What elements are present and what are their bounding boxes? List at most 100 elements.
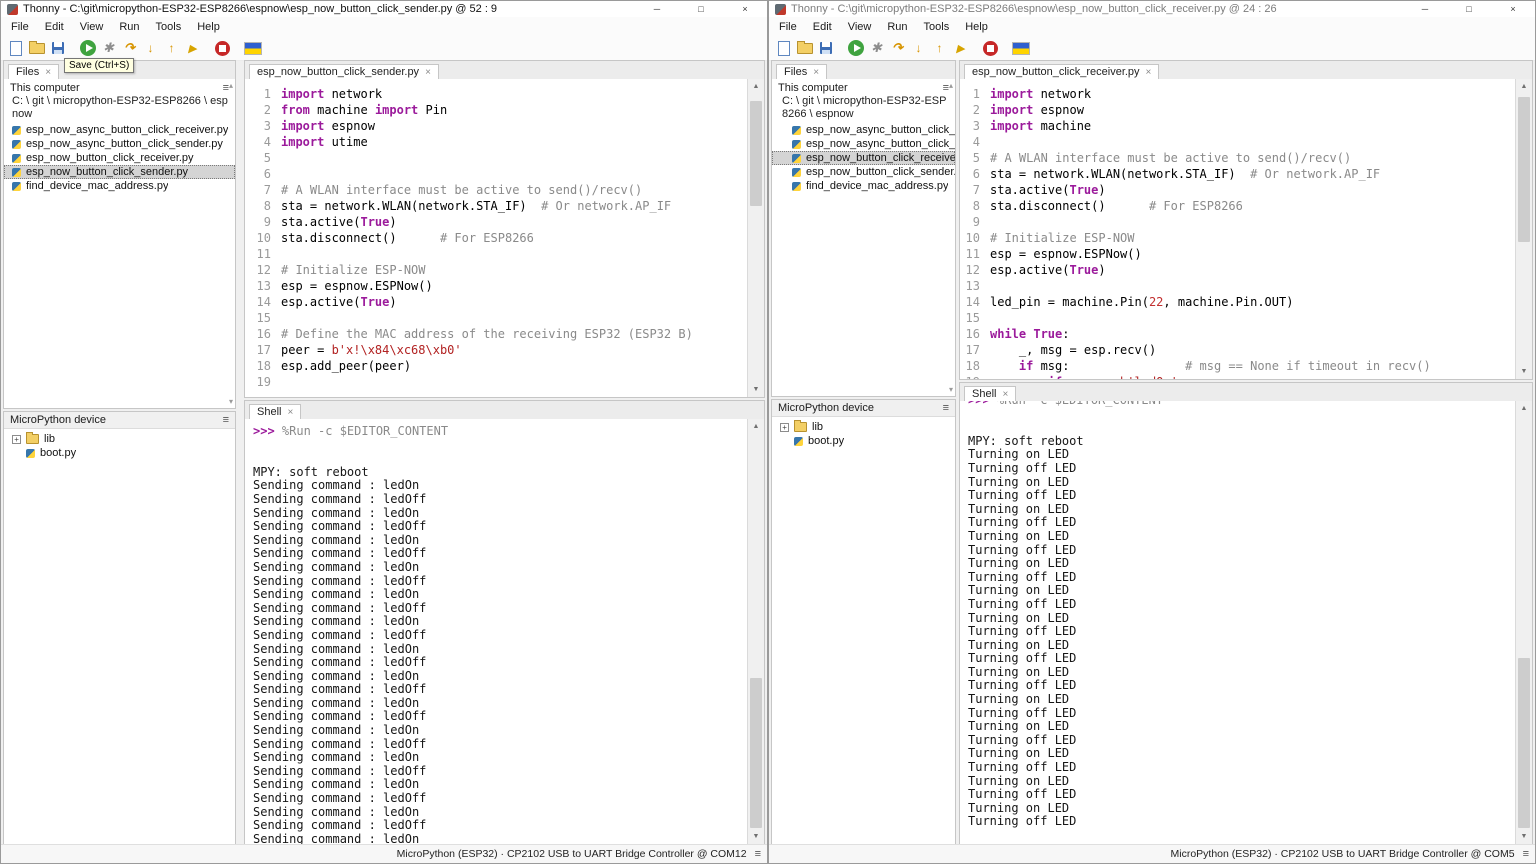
run-button[interactable]: [845, 37, 866, 59]
tab-close-icon[interactable]: ×: [425, 67, 431, 78]
menu-file[interactable]: File: [3, 19, 37, 35]
run-button[interactable]: [77, 37, 98, 59]
code-text[interactable]: import espnow: [281, 118, 375, 134]
code-text[interactable]: esp.active(True): [281, 294, 397, 310]
flag-button[interactable]: [242, 37, 263, 59]
file-item[interactable]: esp_now_async_button_click_sender.py: [4, 137, 235, 151]
expander-icon[interactable]: +: [12, 434, 21, 444]
code-text[interactable]: import network: [990, 86, 1091, 102]
editor-scrollbar[interactable]: ▲ ▼: [1515, 79, 1532, 379]
device-item[interactable]: boot.py: [4, 446, 235, 460]
title-bar[interactable]: Thonny - C:\git\micropython-ESP32-ESP826…: [769, 1, 1535, 17]
scroll-down-icon[interactable]: ▼: [748, 383, 764, 396]
code-text[interactable]: [281, 310, 288, 326]
tab-close-icon[interactable]: ×: [287, 407, 293, 418]
file-item[interactable]: esp_now_button_click_receiver.py: [772, 151, 955, 165]
code-text[interactable]: peer = b'x!\x84\xc68\xb0': [281, 342, 462, 358]
debug-button[interactable]: [98, 37, 119, 59]
maximize-button[interactable]: □: [1447, 1, 1491, 17]
step-over-button[interactable]: [887, 37, 908, 59]
minimize-button[interactable]: ─: [1403, 1, 1447, 17]
scrollbar-thumb[interactable]: [1518, 658, 1530, 828]
code-text[interactable]: [281, 166, 288, 182]
files-root-row[interactable]: This computer ≡: [4, 79, 235, 95]
code-text[interactable]: sta.active(True): [281, 214, 397, 230]
code-text[interactable]: [281, 374, 288, 390]
title-bar[interactable]: Thonny - C:\git\micropython-ESP32-ESP826…: [1, 1, 767, 17]
menu-run[interactable]: Run: [111, 19, 147, 35]
step-out-button[interactable]: [161, 37, 182, 59]
code-text[interactable]: [281, 246, 288, 262]
code-text[interactable]: # A WLAN interface must be active to sen…: [281, 182, 642, 198]
code-text[interactable]: sta.disconnect() # For ESP8266: [990, 198, 1243, 214]
file-item[interactable]: esp_now_button_click_sender.py: [772, 165, 955, 179]
file-item[interactable]: esp_now_async_button_click_receiver.py: [4, 123, 235, 137]
shell-scrollbar[interactable]: ▲ ▼: [1515, 401, 1532, 844]
code-text[interactable]: led_pin = machine.Pin(22, machine.Pin.OU…: [990, 294, 1293, 310]
scroll-up-icon[interactable]: ▲: [1516, 80, 1532, 93]
code-text[interactable]: while True:: [990, 326, 1070, 342]
menu-view[interactable]: View: [72, 19, 112, 35]
scrollbar-thumb[interactable]: [1518, 97, 1530, 242]
new-file-button[interactable]: [5, 37, 26, 59]
code-text[interactable]: # A WLAN interface must be active to sen…: [990, 150, 1351, 166]
code-text[interactable]: sta.active(True): [990, 182, 1106, 198]
code-text[interactable]: [990, 134, 997, 150]
code-editor[interactable]: 1 import network 2 from machine import Pin 3…: [245, 79, 748, 397]
device-item[interactable]: + lib: [772, 420, 955, 434]
shell-output[interactable]: >>> %Run -c $EDITOR_CONTENT MPY: soft re…: [245, 419, 748, 844]
backend-menu-icon[interactable]: ≡: [1523, 848, 1529, 860]
menu-file[interactable]: File: [771, 19, 805, 35]
code-text[interactable]: sta.disconnect() # For ESP8266: [281, 230, 534, 246]
step-out-button[interactable]: [929, 37, 950, 59]
tab-close-icon[interactable]: ×: [45, 67, 51, 78]
scrollbar-thumb[interactable]: [750, 101, 762, 206]
flag-button[interactable]: [1010, 37, 1031, 59]
resume-button[interactable]: [182, 37, 203, 59]
code-text[interactable]: [990, 278, 997, 294]
backend-menu-icon[interactable]: ≡: [755, 848, 761, 860]
scroll-down-icon[interactable]: ▼: [1516, 830, 1532, 843]
step-over-button[interactable]: [119, 37, 140, 59]
open-file-button[interactable]: [26, 37, 47, 59]
code-text[interactable]: esp.add_peer(peer): [281, 358, 411, 374]
menu-help[interactable]: Help: [189, 19, 228, 35]
code-text[interactable]: esp = espnow.ESPNow(): [281, 278, 433, 294]
expander-icon[interactable]: +: [780, 422, 789, 432]
stop-button[interactable]: [212, 37, 233, 59]
code-text[interactable]: _, msg = esp.recv(): [990, 342, 1156, 358]
menu-tools[interactable]: Tools: [916, 19, 958, 35]
new-file-button[interactable]: [773, 37, 794, 59]
tab-close-icon[interactable]: ×: [1146, 67, 1152, 78]
tree-scroll-down-icon[interactable]: ▾: [229, 397, 233, 406]
code-text[interactable]: # Initialize ESP-NOW: [281, 262, 426, 278]
debug-button[interactable]: [866, 37, 887, 59]
stop-button[interactable]: [980, 37, 1001, 59]
tab-close-icon[interactable]: ×: [813, 67, 819, 78]
code-text[interactable]: sta = network.WLAN(network.STA_IF) # Or …: [281, 198, 671, 214]
menu-tools[interactable]: Tools: [148, 19, 190, 35]
resume-button[interactable]: [950, 37, 971, 59]
menu-run[interactable]: Run: [879, 19, 915, 35]
step-into-button[interactable]: [140, 37, 161, 59]
code-text[interactable]: [281, 150, 288, 166]
shell-scrollbar[interactable]: ▲ ▼: [747, 419, 764, 844]
scroll-up-icon[interactable]: ▲: [748, 80, 764, 93]
file-item[interactable]: find_device_mac_address.py: [4, 179, 235, 193]
step-into-button[interactable]: [908, 37, 929, 59]
scrollbar-thumb[interactable]: [750, 678, 762, 828]
menu-edit[interactable]: Edit: [805, 19, 840, 35]
scroll-up-icon[interactable]: ▲: [748, 420, 764, 433]
scroll-down-icon[interactable]: ▼: [748, 830, 764, 843]
code-text[interactable]: [990, 310, 997, 326]
close-button[interactable]: ×: [1491, 1, 1535, 17]
menu-help[interactable]: Help: [957, 19, 996, 35]
pane-menu-icon[interactable]: ≡: [223, 414, 229, 426]
scroll-down-icon[interactable]: ▼: [1516, 365, 1532, 378]
shell-output[interactable]: >>> %Run -c $EDITOR_CONTENT MPY: soft re…: [960, 401, 1516, 844]
save-button[interactable]: [815, 37, 836, 59]
code-text[interactable]: if msg: # msg == None if timeout in recv…: [990, 358, 1431, 374]
code-text[interactable]: import network: [281, 86, 382, 102]
scroll-up-icon[interactable]: ▲: [1516, 402, 1532, 415]
open-file-button[interactable]: [794, 37, 815, 59]
